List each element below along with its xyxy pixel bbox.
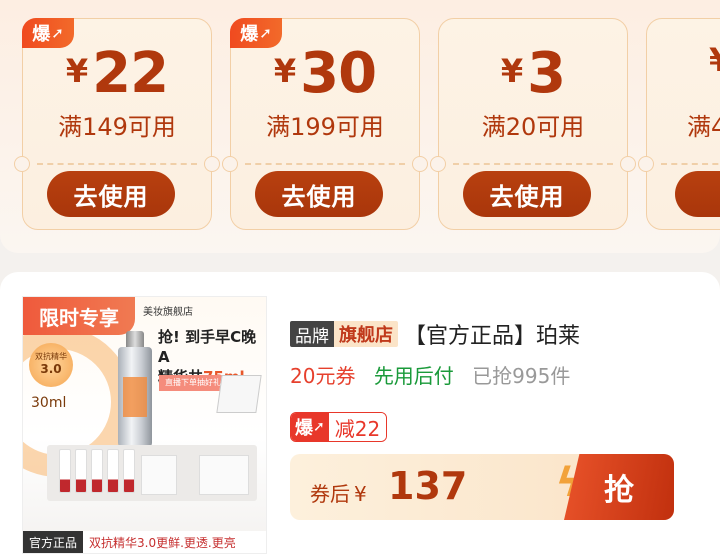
gift-box	[216, 375, 262, 413]
flame-arrow-icon: ➚	[259, 24, 272, 42]
product-card[interactable]: 限时专享 美妆旗舰店 双抗精华3.0 30ml 抢! 到手早C晚A 精华共75m…	[0, 272, 720, 557]
coupon-notch	[412, 156, 428, 172]
product-image[interactable]: 限时专享 美妆旗舰店 双抗精华3.0 30ml 抢! 到手早C晚A 精华共75m…	[22, 296, 267, 554]
divider	[37, 163, 197, 165]
coupon-condition: 满199可用	[266, 113, 384, 141]
coupon-notch	[14, 156, 30, 172]
coupon-notch	[204, 156, 220, 172]
grab-button[interactable]: 抢	[564, 454, 674, 520]
coupon-condition: 满20可用	[481, 113, 585, 141]
coupon-condition: 满149可用	[58, 113, 176, 141]
sample-tube	[75, 449, 87, 493]
coupon-amount: ¥	[709, 41, 720, 85]
coupon-notch	[430, 156, 446, 172]
official-label: 官方正品	[23, 531, 84, 553]
divider	[453, 163, 613, 165]
sample-pack	[199, 455, 249, 495]
use-coupon-button[interactable]: 去使用	[47, 171, 175, 217]
coupon-amount: ¥3	[500, 41, 566, 106]
flame-arrow-icon: ➚	[313, 419, 325, 435]
use-coupon-button[interactable]: 去	[675, 171, 720, 217]
coupon-notch	[638, 156, 654, 172]
coupon-card[interactable]: 爆 ➚ ¥22 满149可用 去使用	[14, 18, 220, 230]
coupon-notch	[222, 156, 238, 172]
live-promo-tag: 直播下单抽好礼	[159, 375, 227, 391]
image-bottom-bar: 官方正品 双抗精华3.0更鲜.更透.更亮	[23, 531, 266, 553]
divider	[661, 163, 720, 165]
version-badge: 双抗精华 3.0	[29, 343, 73, 387]
coupon-card[interactable]: 爆 ➚ ¥30 满199可用 去使用	[222, 18, 428, 230]
coupon-amount: ¥30	[273, 41, 377, 106]
flame-arrow-icon: ➚	[51, 24, 64, 42]
coupon-strip: 爆 ➚ ¥22 满149可用 去使用 爆 ➚ ¥30 满199可用 去使用 ¥3 满…	[0, 0, 720, 253]
meta-row: 20元券 先用后付 已抢995件	[290, 360, 710, 389]
store-name: 美妆旗舰店	[143, 307, 193, 318]
limited-offer-badge: 限时专享	[23, 297, 135, 335]
hot-label: 爆 ➚	[291, 413, 329, 441]
sample-tube	[123, 449, 135, 493]
product-info: 品牌 旗舰店 【官方正品】珀莱 20元券 先用后付 已抢995件 爆 ➚ 减22 …	[290, 318, 710, 520]
use-coupon-button[interactable]: 去使用	[463, 171, 591, 217]
brand-tag: 品牌	[290, 321, 334, 347]
pay-later-text: 先用后付	[373, 364, 454, 388]
coupon-condition: 满4	[687, 113, 720, 141]
discount-text: 减22	[328, 413, 387, 441]
coupon-text: 20元券	[290, 364, 356, 388]
price: 137	[388, 464, 468, 508]
coupon-card[interactable]: ¥ 满4 去	[638, 18, 720, 230]
price-label: 券后 ¥	[310, 482, 367, 506]
buy-bar[interactable]: 券后 ¥ 137 ϟ 抢	[290, 454, 674, 520]
bottle-label	[123, 377, 147, 417]
coupon-notch	[620, 156, 636, 172]
volume-label: 30ml	[31, 395, 67, 411]
title-row: 品牌 旗舰店 【官方正品】珀莱	[290, 318, 710, 350]
product-title[interactable]: 【官方正品】珀莱	[404, 318, 580, 350]
divider	[245, 163, 405, 165]
sold-count: 已抢995件	[472, 364, 571, 388]
use-coupon-button[interactable]: 去使用	[255, 171, 383, 217]
discount-badge: 爆 ➚ 减22	[290, 412, 388, 442]
coupon-card[interactable]: ¥3 满20可用 去使用	[430, 18, 636, 230]
coupon-amount: ¥22	[65, 41, 169, 106]
sample-tube	[59, 449, 71, 493]
slogan: 双抗精华3.0更鲜.更透.更亮	[89, 535, 236, 550]
sample-tube	[91, 449, 103, 493]
sample-sachet	[141, 455, 177, 495]
flagship-tag: 旗舰店	[334, 321, 398, 347]
sample-tube	[107, 449, 119, 493]
